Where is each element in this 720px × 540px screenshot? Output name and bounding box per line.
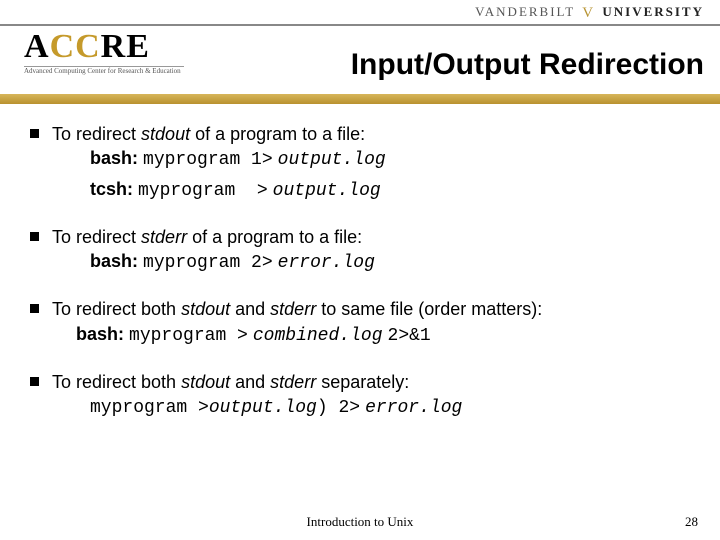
top-rule	[0, 24, 720, 26]
code-line: bash: myprogram > combined.log 2>&1	[52, 322, 690, 348]
list-item: To redirect stderr of a program to a fil…	[30, 225, 690, 276]
accre-name: ACCRE	[24, 30, 184, 64]
university-brand: VANDERBILT V UNIVERSITY	[475, 4, 704, 22]
accre-logo: ACCRE Advanced Computing Center for Rese…	[24, 30, 184, 76]
content-area: To redirect stdout of a program to a fil…	[30, 122, 690, 443]
page-number: 28	[685, 514, 698, 530]
bullet-intro: To redirect stderr of a program to a fil…	[52, 227, 362, 247]
code-line: bash: myprogram 2> error.log	[52, 249, 690, 275]
bullet-intro: To redirect both stdout and stderr to sa…	[52, 299, 542, 319]
list-item: To redirect both stdout and stderr to sa…	[30, 297, 690, 348]
bullet-list: To redirect stdout of a program to a fil…	[30, 122, 690, 421]
slide-title: Input/Output Redirection	[200, 48, 704, 82]
code-line: myprogram >output.log) 2> error.log	[52, 394, 690, 420]
list-item: To redirect stdout of a program to a fil…	[30, 122, 690, 203]
code-line: tcsh: myprogram > output.log	[52, 177, 690, 203]
code-line: bash: myprogram 1> output.log	[52, 146, 690, 172]
footer-text: Introduction to Unix	[0, 514, 720, 530]
accre-subtitle: Advanced Computing Center for Research &…	[24, 66, 184, 76]
bullet-intro: To redirect stdout of a program to a fil…	[52, 124, 365, 144]
list-item: To redirect both stdout and stderr separ…	[30, 370, 690, 421]
gold-bar	[0, 94, 720, 104]
slide: VANDERBILT V UNIVERSITY ACCRE Advanced C…	[0, 0, 720, 540]
bullet-intro: To redirect both stdout and stderr separ…	[52, 372, 409, 392]
